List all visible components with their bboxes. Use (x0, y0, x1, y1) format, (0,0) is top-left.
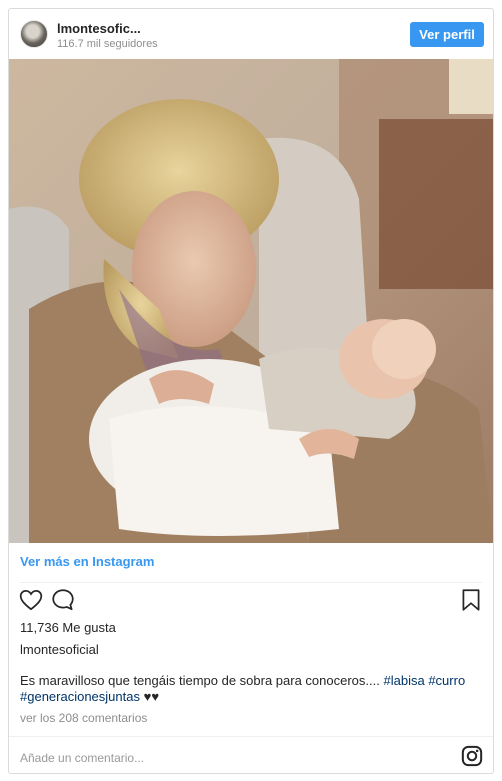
action-bar (9, 587, 493, 615)
user-info: lmontesofic... 116.7 mil seguidores (57, 21, 158, 51)
hashtag-labisa[interactable]: #labisa (384, 673, 425, 688)
comment-bubble-icon[interactable] (50, 587, 76, 613)
divider (9, 736, 493, 737)
follower-count: 116.7 mil seguidores (57, 38, 158, 50)
header-username[interactable]: lmontesofic... (57, 21, 158, 36)
post-username[interactable]: lmontesoficial (20, 642, 99, 657)
divider (20, 582, 482, 583)
post-header: lmontesofic... 116.7 mil seguidores Ver … (9, 9, 493, 59)
bookmark-icon[interactable] (458, 587, 484, 613)
avatar[interactable] (20, 20, 48, 48)
post-caption: Es maravilloso que tengáis tiempo de sob… (20, 673, 480, 705)
hearts-emoji: ♥♥ (143, 689, 160, 704)
post-photo[interactable] (9, 59, 493, 543)
view-profile-button[interactable]: Ver perfil (410, 22, 484, 47)
photo-grandmother-baby (9, 59, 493, 543)
hashtag-curro[interactable]: #curro (428, 673, 465, 688)
view-more-on-instagram-link[interactable]: Ver más en Instagram (20, 554, 154, 569)
instagram-embed-card: lmontesofic... 116.7 mil seguidores Ver … (8, 8, 494, 774)
view-comments-link[interactable]: ver los 208 comentarios (20, 711, 147, 725)
comment-input[interactable] (20, 748, 420, 768)
instagram-logo-icon[interactable] (461, 745, 483, 767)
like-count[interactable]: 11,736 Me gusta (20, 620, 116, 635)
hashtag-generacionesjuntas[interactable]: #generacionesjuntas (20, 689, 140, 704)
caption-text: Es maravilloso que tengáis tiempo de sob… (20, 673, 380, 688)
heart-outline-icon[interactable] (18, 587, 44, 613)
